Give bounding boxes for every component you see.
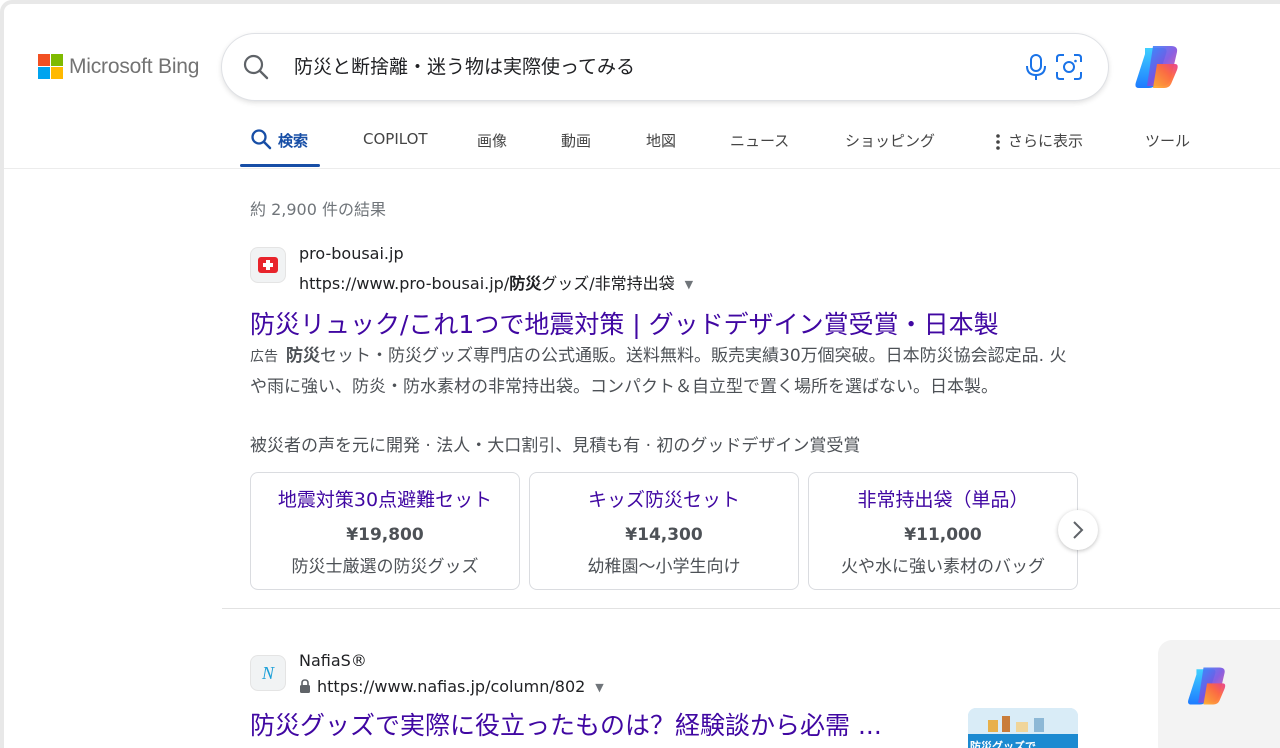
microphone-icon[interactable]: [1022, 52, 1050, 82]
chevron-right-icon: [1073, 521, 1084, 539]
copilot-icon[interactable]: [1131, 42, 1183, 92]
card-title[interactable]: 地震対策30点避難セット: [251, 485, 519, 512]
tab-videos[interactable]: 動画: [561, 130, 591, 151]
brand-name: Microsoft Bing: [69, 54, 200, 78]
nafias-logo-icon: N: [261, 662, 274, 683]
microsoft-logo-icon: [38, 54, 63, 79]
card-title[interactable]: キッズ防災セット: [530, 485, 798, 512]
card-description: 防災士厳選の防災グッズ: [291, 557, 479, 577]
card-description: 火や水に強い素材のバッグ: [841, 557, 1045, 577]
more-icon: [996, 133, 1000, 150]
pro-bousai-logo-icon: [258, 257, 278, 273]
lock-icon: [300, 679, 310, 693]
result-count: 約 2,900 件の結果: [250, 200, 386, 219]
result-snippet: 広告 防災セット・防災グッズ専門店の公式通販。送料無料。販売実績30万個突破。日本…: [250, 341, 1080, 402]
card-price: ¥11,000: [904, 525, 982, 545]
result-thumbnail[interactable]: 防災グッズで: [968, 708, 1078, 748]
tab-more[interactable]: さらに表示: [996, 130, 1083, 151]
ad-label: 広告: [250, 349, 278, 365]
tab-more-label: さらに表示: [1008, 132, 1084, 150]
product-card[interactable]: 地震対策30点避難セット ¥19,800 防災士厳選の防災グッズ: [250, 472, 520, 590]
chevron-down-icon[interactable]: ▼: [595, 681, 603, 694]
product-card[interactable]: キッズ防災セット ¥14,300 幼稚園～小学生向け: [529, 472, 799, 590]
card-price: ¥14,300: [625, 525, 703, 545]
url-text: https://www.nafias.jp/column/802: [317, 677, 586, 696]
copilot-icon: [1188, 667, 1226, 705]
bing-logo[interactable]: Microsoft Bing: [38, 54, 199, 79]
card-title[interactable]: 非常持出袋（単品）: [809, 485, 1077, 512]
site-favicon[interactable]: [250, 247, 286, 283]
tab-search-icon: [251, 129, 272, 150]
site-url[interactable]: https://www.nafias.jp/column/802 ▼: [299, 677, 604, 696]
search-box[interactable]: [222, 34, 1108, 100]
tab-tools[interactable]: ツール: [1145, 130, 1190, 151]
copilot-floating-button[interactable]: [1158, 640, 1280, 748]
snippet-text: セット・防災グッズ専門店の公式通販。送料無料。販売実績30万個突破。日本防災協会…: [250, 346, 1067, 397]
search-input[interactable]: [294, 54, 984, 76]
tab-copilot[interactable]: COPILOT: [363, 130, 428, 148]
chevron-down-icon[interactable]: ▼: [685, 278, 693, 291]
site-favicon[interactable]: N: [250, 655, 286, 691]
site-name[interactable]: NafiaS®: [299, 651, 367, 670]
snippet-bold: 防災: [286, 346, 320, 366]
carousel-next-button[interactable]: [1058, 510, 1098, 550]
tab-images[interactable]: 画像: [477, 130, 507, 151]
tab-maps[interactable]: 地図: [646, 130, 676, 151]
url-suffix: グッズ/非常持出袋: [541, 274, 675, 293]
product-cards: 地震対策30点避難セット ¥19,800 防災士厳選の防災グッズ キッズ防災セッ…: [250, 472, 1098, 592]
tab-search[interactable]: 検索: [278, 130, 308, 151]
search-icon[interactable]: [242, 53, 270, 81]
url-prefix: https://www.pro-bousai.jp/: [299, 274, 510, 293]
visual-search-icon[interactable]: [1054, 52, 1084, 82]
search-tabs: 検索 COPILOT 画像 動画 地図 ニュース ショッピング さらに表示 ツー…: [240, 118, 1280, 168]
site-url[interactable]: https://www.pro-bousai.jp/防災グッズ/非常持出袋 ▼: [299, 270, 693, 294]
tab-shopping[interactable]: ショッピング: [845, 130, 935, 151]
card-description: 幼稚園～小学生向け: [587, 557, 741, 577]
header-divider: [4, 168, 1280, 169]
thumbnail-caption: 防災グッズで: [970, 740, 1036, 748]
tab-news[interactable]: ニュース: [730, 130, 789, 151]
ad-divider: [222, 608, 1280, 609]
site-name[interactable]: pro-bousai.jp: [299, 244, 404, 263]
result-title[interactable]: 防災グッズで実際に役立ったものは？経験談から必需 ...: [250, 706, 882, 742]
product-card[interactable]: 非常持出袋（単品） ¥11,000 火や水に強い素材のバッグ: [808, 472, 1078, 590]
sitelink-summary: 被災者の声を元に開発 · 法人・大口割引、見積も有 · 初のグッドデザイン賞受賞: [250, 436, 861, 456]
active-tab-indicator: [240, 164, 320, 167]
result-title[interactable]: 防災リュック/これ1つで地震対策 | グッドデザイン賞受賞・日本製: [250, 305, 999, 341]
url-bold: 防災: [509, 274, 542, 293]
card-price: ¥19,800: [346, 525, 424, 545]
